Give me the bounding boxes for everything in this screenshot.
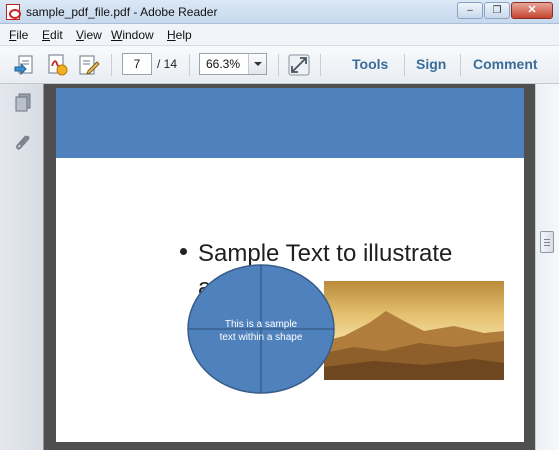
menu-window-accel: W (111, 28, 123, 42)
comment-link[interactable]: Comment (473, 56, 538, 72)
close-icon: ✕ (527, 4, 537, 16)
attachments-paperclip-icon[interactable] (13, 132, 33, 154)
toolbar: / 14 66.3% Tools Sign Comment (0, 46, 559, 84)
zoom-select[interactable]: 66.3% (199, 53, 267, 75)
menu-view-accel: V (76, 28, 84, 42)
page-number-input[interactable] (122, 53, 152, 75)
landscape-image (324, 281, 504, 380)
window-controls: – ❐ ✕ (456, 2, 553, 19)
document-viewport[interactable]: Sample Text to illustrate ant This is (44, 84, 535, 450)
pdf-page: Sample Text to illustrate ant This is (56, 88, 524, 442)
shape-text: This is a sample text within a shape (187, 318, 335, 344)
menu-help-accel: H (167, 28, 176, 42)
toolbar-separator (111, 54, 112, 76)
chevron-down-icon[interactable] (248, 54, 266, 74)
create-pdf-icon[interactable] (45, 53, 69, 77)
toolbar-separator (460, 54, 461, 76)
open-file-icon[interactable] (13, 53, 37, 77)
minimize-icon: – (467, 5, 473, 16)
tools-link[interactable]: Tools (352, 56, 388, 72)
toolbar-separator (278, 54, 279, 76)
scrollbar-thumb[interactable] (540, 231, 554, 253)
edit-document-icon[interactable] (77, 53, 101, 77)
menu-help-label: elp (175, 28, 192, 42)
navigation-panel (0, 84, 44, 450)
scrollbar-grip (544, 239, 550, 240)
shape-text-line1: This is a sample (224, 319, 298, 330)
shape-text-line2: text within a shape (219, 332, 303, 343)
title-bar: sample_pdf_file.pdf - Adobe Reader – ❐ ✕ (0, 0, 559, 24)
toolbar-separator (404, 54, 405, 76)
menu-window[interactable]: Window (111, 28, 154, 42)
toolbar-separator (189, 54, 190, 76)
sign-link[interactable]: Sign (416, 56, 446, 72)
vertical-scrollbar[interactable] (535, 84, 559, 450)
menu-view-label: iew (83, 28, 102, 42)
toolbar-separator (320, 54, 321, 76)
adobe-pdf-app-icon (6, 4, 21, 20)
menu-window-label: indow (122, 28, 154, 42)
menu-file-label: ile (16, 28, 29, 42)
restore-button[interactable]: ❐ (484, 2, 510, 19)
minimize-button[interactable]: – (457, 2, 483, 19)
menu-bar: File Edit View Window Help (0, 24, 559, 46)
page-header-banner (56, 88, 524, 158)
menu-help[interactable]: Help (167, 28, 192, 42)
menu-edit-accel: E (42, 28, 51, 42)
zoom-value: 66.3% (206, 57, 241, 71)
menu-view[interactable]: View (76, 28, 102, 42)
restore-icon: ❐ (492, 5, 502, 16)
menu-edit[interactable]: Edit (42, 28, 63, 42)
bullet-point (180, 248, 187, 255)
close-button[interactable]: ✕ (511, 2, 553, 19)
page-total-label: / 14 (157, 57, 178, 71)
fullscreen-icon[interactable] (287, 53, 311, 77)
window-title: sample_pdf_file.pdf - Adobe Reader (26, 5, 218, 19)
scrollbar-grip (544, 245, 550, 246)
menu-edit-label: dit (50, 28, 63, 42)
menu-file[interactable]: File (9, 28, 28, 42)
pages-thumbnail-icon[interactable] (13, 92, 33, 114)
scrollbar-grip (544, 242, 550, 243)
